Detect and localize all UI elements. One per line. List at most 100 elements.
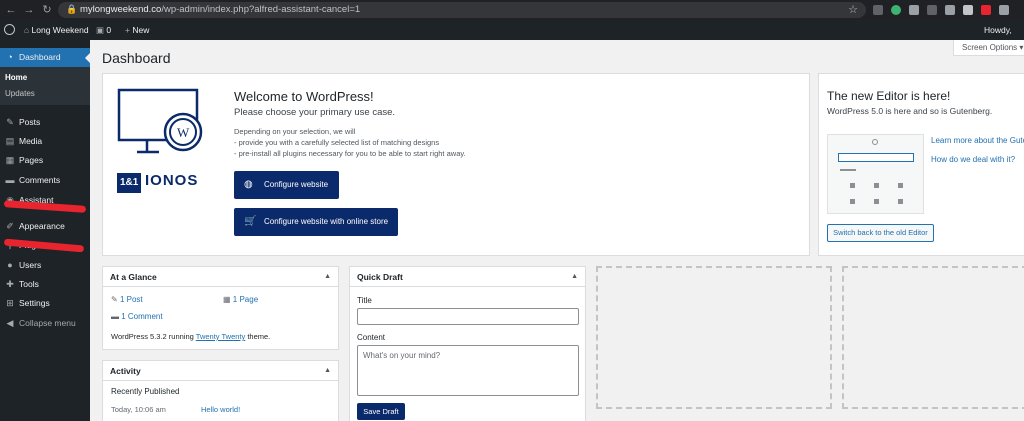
configure-store-button[interactable]: 🛒 Configure website with online store [234, 208, 398, 236]
pages-icon: ▦ [223, 295, 231, 304]
content-label: Content [357, 333, 386, 342]
sidebar-item-users[interactable]: ● Users [0, 256, 90, 275]
lock-icon: 🔒 [66, 4, 78, 14]
pushpin-icon: ✎ [6, 117, 14, 127]
sidebar-item-dashboard[interactable]: ◔ Dashboard [0, 48, 90, 67]
welcome-title: Welcome to WordPress! [234, 89, 374, 104]
sidebar-item-posts[interactable]: ✎ Posts [0, 113, 90, 132]
extension-icon[interactable] [999, 5, 1009, 15]
ionos-logo-box: 1&1 [117, 173, 142, 193]
toggle-arrow-icon[interactable]: ▲ [324, 361, 331, 381]
wrench-icon: ✚ [6, 279, 14, 289]
activity-box: Activity ▲ Recently Published Today, 10:… [102, 360, 339, 421]
submenu-updates[interactable]: Updates [5, 89, 35, 98]
editor-subtitle: WordPress 5.0 is here and so is Gutenber… [827, 106, 993, 116]
wp-admin-bar: ⌂ Long Weekend ▣ 0 + New Howdy, [0, 20, 1024, 40]
extension-icon[interactable] [963, 5, 973, 15]
address-bar[interactable]: 🔒 mylongweekend.co/wp-admin/index.php?al… [58, 2, 866, 18]
extension-icon[interactable] [927, 5, 937, 15]
extension-icon[interactable] [873, 5, 883, 15]
version-prefix: WordPress 5.3.2 running [111, 332, 196, 341]
configure-website-button[interactable]: ◍ Configure website [234, 171, 339, 199]
screen-options-button[interactable]: Screen Options ▾ [953, 40, 1024, 56]
submenu-home[interactable]: Home [5, 73, 27, 82]
pushpin-icon: ✎ [111, 295, 118, 304]
empty-widget-dropzone[interactable] [596, 266, 832, 409]
glance-comments-link: 1 Comment [121, 312, 163, 321]
url-path: /wp-admin/index.php?alfred-assistant-can… [161, 4, 361, 15]
reload-icon[interactable]: ↻ [40, 3, 54, 17]
sidebar-item-label: Posts [19, 117, 41, 127]
empty-widget-dropzone[interactable] [842, 266, 1024, 409]
site-name-link[interactable]: ⌂ Long Weekend [24, 20, 89, 40]
howdy-user-link[interactable]: Howdy, [984, 20, 1012, 40]
dashboard-submenu: Home Updates [0, 67, 90, 105]
forward-icon[interactable]: → [22, 3, 36, 17]
comments-count: 0 [106, 25, 112, 35]
glance-pages-link: 1 Page [232, 295, 259, 304]
dashboard-gauge-icon: ◔ [7, 52, 13, 62]
sidebar-item-appearance[interactable]: ✐ Appearance [0, 217, 90, 236]
welcome-description-1: Depending on your selection, we will [234, 127, 356, 136]
version-suffix: theme. [245, 332, 271, 341]
back-icon[interactable]: ← [4, 3, 18, 17]
new-content-link[interactable]: + New [125, 20, 149, 40]
collapse-menu-button[interactable]: ◀ Collapse menu [0, 314, 90, 333]
sidebar-item-pages[interactable]: ▦ Pages [0, 151, 90, 170]
extension-icon[interactable] [909, 5, 919, 15]
sidebar-item-label: Collapse menu [19, 318, 76, 328]
sidebar-item-label: Appearance [19, 221, 65, 231]
toggle-arrow-icon[interactable]: ▲ [324, 267, 331, 287]
learn-more-gutenberg-link[interactable]: Learn more about the Gute [931, 136, 1024, 145]
globe-icon: ◍ [244, 179, 253, 190]
box-header: At a Glance ▲ [103, 267, 338, 287]
settings-icon: ⊞ [6, 298, 14, 308]
sidebar-item-label: Dashboard [19, 52, 61, 62]
bookmark-star-icon[interactable]: ☆ [848, 3, 858, 16]
site-name: Long Weekend [31, 25, 89, 35]
extension-icon[interactable] [981, 5, 991, 15]
cart-icon: 🛒 [244, 216, 257, 227]
page-title: Dashboard [102, 50, 171, 66]
theme-link[interactable]: Twenty Twenty [196, 332, 245, 341]
draft-content-textarea[interactable]: What's on your mind? [357, 345, 579, 396]
glance-pages[interactable]: ▦ 1 Page [223, 295, 258, 304]
activity-date: Today, 10:06 am [111, 405, 166, 414]
box-title: Activity [110, 366, 141, 376]
button-label: Configure website [264, 180, 329, 189]
sidebar-item-tools[interactable]: ✚ Tools [0, 275, 90, 294]
glance-posts[interactable]: ✎ 1 Post [111, 295, 143, 304]
grammarly-extension-icon[interactable] [891, 5, 901, 15]
title-label: Title [357, 296, 372, 305]
welcome-description-3: - pre-install all plugins necessary for … [234, 149, 466, 158]
save-draft-button[interactable]: Save Draft [357, 403, 405, 420]
plus-icon: + [125, 25, 130, 35]
sidebar-item-media[interactable]: ▤ Media [0, 132, 90, 151]
glance-comments[interactable]: ▬ 1 Comment [111, 312, 163, 321]
sidebar-item-label: Media [19, 136, 43, 146]
sidebar-item-label: Users [19, 260, 42, 270]
new-editor-panel: The new Editor is here! WordPress 5.0 is… [818, 73, 1024, 256]
new-label: New [132, 25, 150, 35]
draft-title-input[interactable] [357, 308, 579, 325]
glance-posts-link: 1 Post [119, 295, 143, 304]
toggle-arrow-icon[interactable]: ▲ [571, 267, 578, 287]
how-we-deal-link[interactable]: How do we deal with it? [931, 155, 1015, 164]
comments-link[interactable]: ▣ 0 [96, 20, 111, 40]
switch-old-editor-button[interactable]: Switch back to the old Editor [827, 224, 934, 242]
admin-sidebar: ◔ Dashboard Home Updates ✎ Posts ▤ Media… [0, 40, 90, 421]
activity-post-link[interactable]: Hello world! [201, 405, 240, 414]
welcome-description-2: - provide you with a carefully selected … [234, 138, 440, 147]
extension-icon[interactable] [945, 5, 955, 15]
wordpress-logo-icon[interactable] [4, 20, 15, 40]
sidebar-item-settings[interactable]: ⊞ Settings [0, 294, 90, 313]
welcome-subtitle: Please choose your primary use case. [234, 107, 396, 118]
media-icon: ▤ [5, 136, 15, 146]
sidebar-item-label: Settings [19, 298, 50, 308]
gutenberg-preview-image [827, 134, 924, 214]
pages-icon: ▦ [5, 155, 15, 165]
ionos-logo-text: IONOS [145, 172, 199, 189]
editor-title: The new Editor is here! [827, 89, 951, 103]
sidebar-item-label: Comments [19, 175, 61, 185]
sidebar-item-comments[interactable]: ▬ Comments [0, 171, 90, 190]
